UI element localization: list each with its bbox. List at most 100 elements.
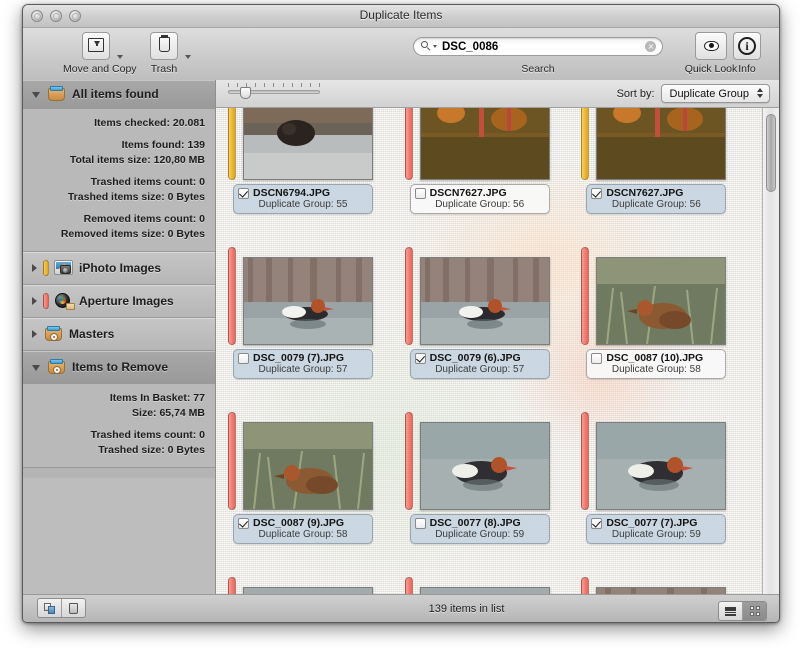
item-label[interactable]: DSC_0077 (8).JPG Duplicate Group: 59 [410,514,550,544]
all-items-stats: Items checked: 20.081 Items found: 139 T… [23,109,215,252]
move-and-copy-button[interactable]: Move and Copy [63,32,129,75]
source-color-bar [228,577,236,595]
trash-chevron-icon[interactable] [185,55,191,59]
item-label[interactable]: DSC_0079 (6).JPG Duplicate Group: 57 [410,349,550,379]
sidebar-item-aperture-images[interactable]: Aperture Images [23,285,215,318]
list-view-button[interactable] [719,602,743,620]
stat-trashed-items-size: Trashed items size: 0 Bytes [23,190,205,205]
grid-cell[interactable] [577,551,754,595]
disclosure-triangle-icon[interactable] [32,92,40,98]
trash-icon [150,32,178,60]
item-label[interactable]: DSC_0077 (7).JPG Duplicate Group: 59 [586,514,726,544]
item-label[interactable]: DSCN6794.JPG Duplicate Group: 55 [233,184,373,214]
grid-cell[interactable]: DSC_0079 (7).JPG Duplicate Group: 57 [224,221,401,386]
thumbnail-image[interactable] [596,257,726,345]
item-label[interactable]: DSC_0087 (10).JPG Duplicate Group: 58 [586,349,726,379]
disclosure-triangle-icon[interactable] [32,365,40,371]
search-icon [421,41,432,52]
item-label[interactable]: DSC_0079 (7).JPG Duplicate Group: 57 [233,349,373,379]
view-mode-toggle[interactable] [718,601,767,621]
thumbnail-image[interactable] [420,422,550,510]
grid-cell[interactable]: DSC_0087 (9).JPG Duplicate Group: 58 [224,386,401,551]
item-checkbox[interactable] [238,188,249,199]
disclosure-triangle-icon[interactable] [32,297,37,305]
thumbnail-size-slider[interactable] [228,83,320,94]
thumbnail-image[interactable] [596,422,726,510]
basket-gear-icon [46,358,68,376]
sort-by-label: Sort by: [617,88,655,100]
move-and-copy-chevron-icon[interactable] [117,55,123,59]
stat-trashed-size: Trashed size: 0 Bytes [23,443,205,458]
item-checkbox[interactable] [415,518,426,529]
source-color-bar [581,577,589,595]
disclosure-triangle-icon[interactable] [32,264,37,272]
item-label[interactable]: DSCN7627.JPG Duplicate Group: 56 [410,184,550,214]
search-options-chevron-icon[interactable] [433,45,437,48]
grid-cell[interactable]: DSC_0077 (7).JPG Duplicate Group: 59 [577,386,754,551]
item-checkbox[interactable] [591,518,602,529]
sort-by-select[interactable]: Duplicate Group [661,84,771,103]
content-area: Sort by: Duplicate Group [216,80,779,595]
vertical-scrollbar[interactable] [762,108,779,595]
sidebar-item-masters[interactable]: Masters [23,318,215,351]
grid-cell[interactable] [224,551,401,595]
source-color-bar [405,247,413,345]
search-input[interactable]: DSC_0086 [413,37,663,56]
iphoto-icon [53,259,75,277]
sidebar-action-buttons[interactable] [37,598,86,618]
grid-cell[interactable]: DSC_0077 (8).JPG Duplicate Group: 59 [401,386,578,551]
thumbnail-grid-scroll[interactable]: DSCN6794.JPG Duplicate Group: 55 [216,108,779,595]
grid-cell[interactable]: DSCN7627.JPG Duplicate Group: 56 [577,108,754,221]
trash-label: Trash [131,63,197,75]
item-label[interactable]: DSCN7627.JPG Duplicate Group: 56 [586,184,726,214]
info-glyph: i [738,37,756,55]
item-label[interactable]: DSC_0087 (9).JPG Duplicate Group: 58 [233,514,373,544]
disclosure-triangle-icon[interactable] [32,330,37,338]
stat-items-found: Items found: 139 [23,138,205,153]
thumbnail-image[interactable] [243,257,373,345]
stat-total-items-size: Total items size: 120,80 MB [23,153,205,168]
grid-cell[interactable]: DSC_0079 (6).JPG Duplicate Group: 57 [401,221,578,386]
show-in-basket-button[interactable] [38,599,62,617]
thumbnail-image[interactable] [420,108,550,180]
grid-cell[interactable]: DSCN6794.JPG Duplicate Group: 55 [224,108,401,221]
stat-trashed-items-count: Trashed items count: 0 [23,175,205,190]
thumbnail-image[interactable] [596,108,726,180]
sidebar-item-label: Aperture Images [79,294,174,308]
thumbnail-image[interactable] [243,108,373,180]
item-filename: DSC_0077 (7).JPG [606,517,697,529]
thumbnail-image[interactable] [420,257,550,345]
grid-cell[interactable]: DSC_0087 (10).JPG Duplicate Group: 58 [577,221,754,386]
source-color-bar [581,108,589,180]
sidebar-item-all-items-found[interactable]: All items found [23,80,215,109]
item-group-label: Duplicate Group: 57 [238,364,368,375]
show-in-basket-icon [44,603,56,614]
item-group-label: Duplicate Group: 56 [415,199,545,210]
sidebar-item-label: All items found [72,87,159,101]
slider-track[interactable] [228,90,320,94]
scrollbar-thumb[interactable] [766,114,776,192]
basket-icon [46,85,68,103]
grid-row: DSCN6794.JPG Duplicate Group: 55 [224,108,754,221]
item-checkbox[interactable] [415,188,426,199]
item-checkbox[interactable] [591,188,602,199]
move-and-copy-icon [82,32,110,60]
grid-view-button[interactable] [743,602,766,620]
item-checkbox[interactable] [238,353,249,364]
item-group-label: Duplicate Group: 59 [415,529,545,540]
slider-knob[interactable] [240,87,251,99]
trash-button[interactable] [62,599,85,617]
item-checkbox[interactable] [415,353,426,364]
grid-cell[interactable] [401,551,578,595]
grid-cell[interactable]: DSCN7627.JPG Duplicate Group: 56 [401,108,578,221]
trash-button[interactable]: Trash [131,32,197,75]
clear-search-icon[interactable] [645,41,656,52]
thumbnail-image[interactable] [243,422,373,510]
sidebar-item-items-to-remove[interactable]: Items to Remove [23,351,215,384]
source-color-bar [405,108,413,180]
sidebar-item-iphoto-images[interactable]: iPhoto Images [23,252,215,285]
search-value: DSC_0086 [442,41,645,53]
info-button[interactable]: i Info [723,32,771,75]
item-checkbox[interactable] [238,518,249,529]
item-checkbox[interactable] [591,353,602,364]
